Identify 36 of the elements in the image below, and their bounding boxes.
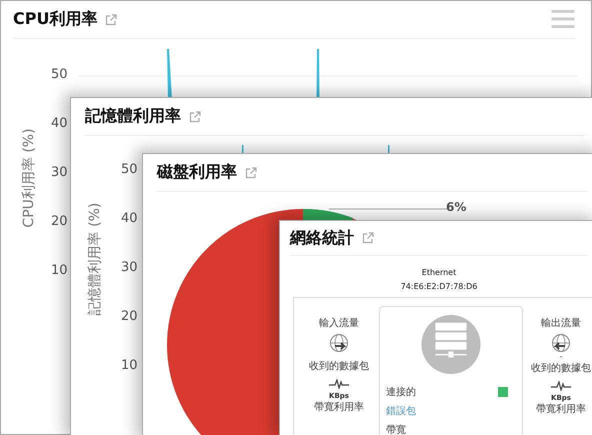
y-tick-label: 30 [51, 165, 68, 180]
y-tick-label: 40 [121, 211, 138, 226]
pulse-icon [329, 379, 349, 389]
traffic-value: - [560, 353, 562, 361]
bandwidth-label: 帶寬 [386, 424, 407, 435]
packets-label: 收到的數據包 [309, 360, 369, 373]
window-title: 網絡統計 [290, 228, 354, 248]
traffic-heading: 輸出流量 [541, 316, 581, 330]
y-tick-label: 10 [121, 358, 138, 373]
y-tick-label: 10 [51, 263, 68, 278]
y-axis-title: CPU利用率 (%) [20, 127, 38, 230]
window-title: 記憶體利用率 [85, 106, 181, 127]
external-link-icon[interactable] [245, 166, 257, 178]
pulse-icon [551, 381, 571, 391]
bandwidth-usage-label: 帶寬利用率 [536, 402, 586, 416]
y-tick-label: 30 [121, 260, 138, 275]
y-tick-label: 50 [121, 162, 138, 177]
window-title: CPU利用率 [13, 9, 98, 30]
connection-status-label: 連接的 [386, 386, 416, 399]
menu-icon[interactable] [551, 10, 575, 29]
bandwidth-usage-label: 帶寬利用率 [314, 400, 364, 414]
window-title: 磁盤利用率 [157, 162, 237, 183]
y-tick-label: 50 [51, 67, 68, 82]
external-link-icon[interactable] [105, 14, 118, 26]
packets-label: 收到的數據包 [531, 362, 591, 375]
y-tick-label: 20 [121, 309, 138, 324]
y-tick-label: 20 [51, 214, 68, 229]
error-packets-link[interactable]: 錯誤包 [386, 404, 516, 418]
external-link-icon[interactable] [189, 110, 201, 122]
slice-label: 6% [446, 200, 466, 214]
traffic-heading: 輸入流量 [319, 316, 359, 330]
y-axis-title: 記憶體利用率 (%) [86, 202, 104, 318]
mac-address: 74:E6:E2:D7:78:D6 [400, 281, 478, 293]
y-tick-label: 40 [51, 116, 68, 131]
interface-name: Ethernet [422, 267, 456, 279]
external-link-icon[interactable] [362, 232, 374, 244]
